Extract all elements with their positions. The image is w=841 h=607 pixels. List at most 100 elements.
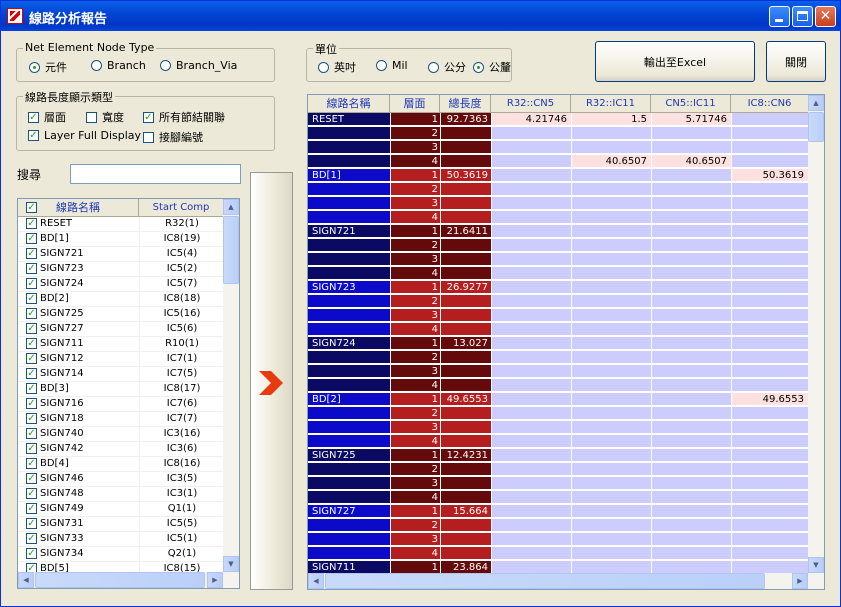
table-row[interactable]: 4: [308, 267, 808, 281]
close-button[interactable]: 關閉: [766, 41, 826, 82]
radio-node-branch-via[interactable]: Branch_Via: [160, 59, 237, 72]
net-checkbox[interactable]: ✓: [26, 503, 37, 514]
radio-unit-inch[interactable]: 英吋: [318, 59, 356, 75]
maximize-button[interactable]: [792, 6, 813, 27]
list-item[interactable]: ✓ SIGN746 IC3(5): [18, 472, 223, 487]
list-item[interactable]: ✓ SIGN724 IC5(7): [18, 277, 223, 292]
scroll-down-icon[interactable]: ▼: [808, 557, 824, 573]
minimize-button[interactable]: [769, 6, 790, 27]
table-row[interactable]: 4: [308, 435, 808, 449]
table-row[interactable]: SIGN711 1 23.864: [308, 561, 808, 573]
net-checkbox[interactable]: ✓: [26, 353, 37, 364]
net-checkbox[interactable]: ✓: [26, 263, 37, 274]
table-row[interactable]: 2: [308, 295, 808, 309]
report-vscrollbar[interactable]: ▲ ▼: [808, 95, 824, 573]
connection-column-header[interactable]: R32::IC11: [571, 95, 651, 112]
net-list-vscrollbar[interactable]: ▲ ▼: [223, 199, 239, 572]
generate-report-button[interactable]: [250, 172, 293, 590]
net-list[interactable]: ✓ 線路名稱 Start Comp ✓ RESET R32(1) ✓ BD[1] IC8(…: [17, 198, 240, 589]
net-checkbox[interactable]: ✓: [26, 413, 37, 424]
table-row[interactable]: 4: [308, 547, 808, 561]
table-row[interactable]: 2: [308, 239, 808, 253]
layer-column-header[interactable]: 層面: [390, 95, 440, 112]
list-item[interactable]: ✓ SIGN731 IC5(5): [18, 517, 223, 532]
list-item[interactable]: ✓ SIGN749 Q1(1): [18, 502, 223, 517]
table-row[interactable]: 4: [308, 323, 808, 337]
table-row[interactable]: SIGN723 1 26.9277: [308, 281, 808, 295]
net-checkbox[interactable]: ✓: [26, 323, 37, 334]
connection-column-header[interactable]: IC8::CN6: [731, 95, 808, 112]
table-row[interactable]: 4: [308, 211, 808, 225]
table-row[interactable]: 4 40.6507 40.6507: [308, 155, 808, 169]
scroll-right-icon[interactable]: ▶: [792, 573, 808, 589]
net-checkbox[interactable]: ✓: [26, 233, 37, 244]
scroll-up-icon[interactable]: ▲: [808, 95, 824, 111]
start-comp-column-header[interactable]: Start Comp: [139, 199, 223, 216]
net-checkbox[interactable]: ✓: [26, 293, 37, 304]
list-item[interactable]: ✓ BD[4] IC8(16): [18, 457, 223, 472]
list-item[interactable]: ✓ BD[1] IC8(19): [18, 232, 223, 247]
table-row[interactable]: 2: [308, 463, 808, 477]
table-row[interactable]: 4: [308, 379, 808, 393]
net-checkbox[interactable]: ✓: [26, 533, 37, 544]
total-length-column-header[interactable]: 總長度: [440, 95, 491, 112]
net-checkbox[interactable]: ✓: [26, 383, 37, 394]
net-checkbox[interactable]: ✓: [26, 428, 37, 439]
net-list-hscrollbar[interactable]: ◀ ▶: [18, 572, 239, 588]
scroll-right-icon[interactable]: ▶: [207, 572, 223, 588]
table-row[interactable]: 3: [308, 197, 808, 211]
search-input[interactable]: [70, 164, 241, 184]
net-checkbox[interactable]: ✓: [26, 338, 37, 349]
list-item[interactable]: ✓ SIGN721 IC5(4): [18, 247, 223, 262]
table-row[interactable]: 2: [308, 519, 808, 533]
checkbox-all-nodes[interactable]: ✓ 所有節結關聯: [143, 109, 225, 125]
connection-column-header[interactable]: CN5::IC11: [651, 95, 731, 112]
list-item[interactable]: ✓ SIGN740 IC3(16): [18, 427, 223, 442]
table-row[interactable]: 2: [308, 127, 808, 141]
radio-node-branch[interactable]: Branch: [91, 59, 146, 72]
connection-column-header[interactable]: R32::CN5: [491, 95, 571, 112]
scroll-thumb[interactable]: [223, 216, 239, 284]
checkbox-width[interactable]: 寬度: [86, 109, 124, 125]
report-hscrollbar[interactable]: ◀ ▶: [308, 573, 824, 589]
list-item[interactable]: ✓ RESET R32(1): [18, 217, 223, 232]
table-row[interactable]: 3: [308, 253, 808, 267]
table-row[interactable]: 3: [308, 365, 808, 379]
scroll-thumb[interactable]: [35, 572, 205, 588]
checkbox-pin-number[interactable]: 接腳編號: [143, 129, 203, 145]
table-row[interactable]: 2: [308, 183, 808, 197]
list-item[interactable]: ✓ SIGN716 IC7(6): [18, 397, 223, 412]
table-row[interactable]: 3: [308, 533, 808, 547]
list-item[interactable]: ✓ SIGN723 IC5(2): [18, 262, 223, 277]
radio-unit-mm[interactable]: 公釐: [473, 59, 511, 75]
list-item[interactable]: ✓ SIGN711 R10(1): [18, 337, 223, 352]
table-row[interactable]: 2: [308, 407, 808, 421]
table-row[interactable]: SIGN725 1 12.4231: [308, 449, 808, 463]
scroll-up-icon[interactable]: ▲: [223, 199, 239, 215]
table-row[interactable]: 3: [308, 309, 808, 323]
table-row[interactable]: SIGN727 1 15.664: [308, 505, 808, 519]
report-grid[interactable]: 線路名稱 層面 總長度 R32::CN5 R32::IC11 CN5::IC11…: [307, 94, 825, 590]
list-item[interactable]: ✓ SIGN734 Q2(1): [18, 547, 223, 562]
net-checkbox[interactable]: ✓: [26, 368, 37, 379]
table-row[interactable]: SIGN724 1 13.027: [308, 337, 808, 351]
net-name-column-header[interactable]: 線路名稱: [18, 199, 139, 216]
net-checkbox[interactable]: ✓: [26, 248, 37, 259]
close-window-button[interactable]: ✕: [815, 6, 836, 27]
title-bar[interactable]: 線路分析報告 ✕: [1, 1, 840, 31]
net-checkbox[interactable]: ✓: [26, 443, 37, 454]
net-checkbox[interactable]: ✓: [26, 308, 37, 319]
list-item[interactable]: ✓ SIGN714 IC7(5): [18, 367, 223, 382]
list-item[interactable]: ✓ SIGN727 IC5(6): [18, 322, 223, 337]
net-checkbox[interactable]: ✓: [26, 548, 37, 559]
net-checkbox[interactable]: ✓: [26, 473, 37, 484]
list-item[interactable]: ✓ SIGN712 IC7(1): [18, 352, 223, 367]
net-checkbox[interactable]: ✓: [26, 278, 37, 289]
scroll-left-icon[interactable]: ◀: [18, 572, 34, 588]
scroll-down-icon[interactable]: ▼: [223, 556, 239, 572]
radio-node-component[interactable]: 元件: [29, 59, 67, 75]
net-name-column-header[interactable]: 線路名稱: [308, 95, 390, 112]
net-checkbox[interactable]: ✓: [26, 488, 37, 499]
table-row[interactable]: 4: [308, 491, 808, 505]
list-item[interactable]: ✓ BD[3] IC8(17): [18, 382, 223, 397]
